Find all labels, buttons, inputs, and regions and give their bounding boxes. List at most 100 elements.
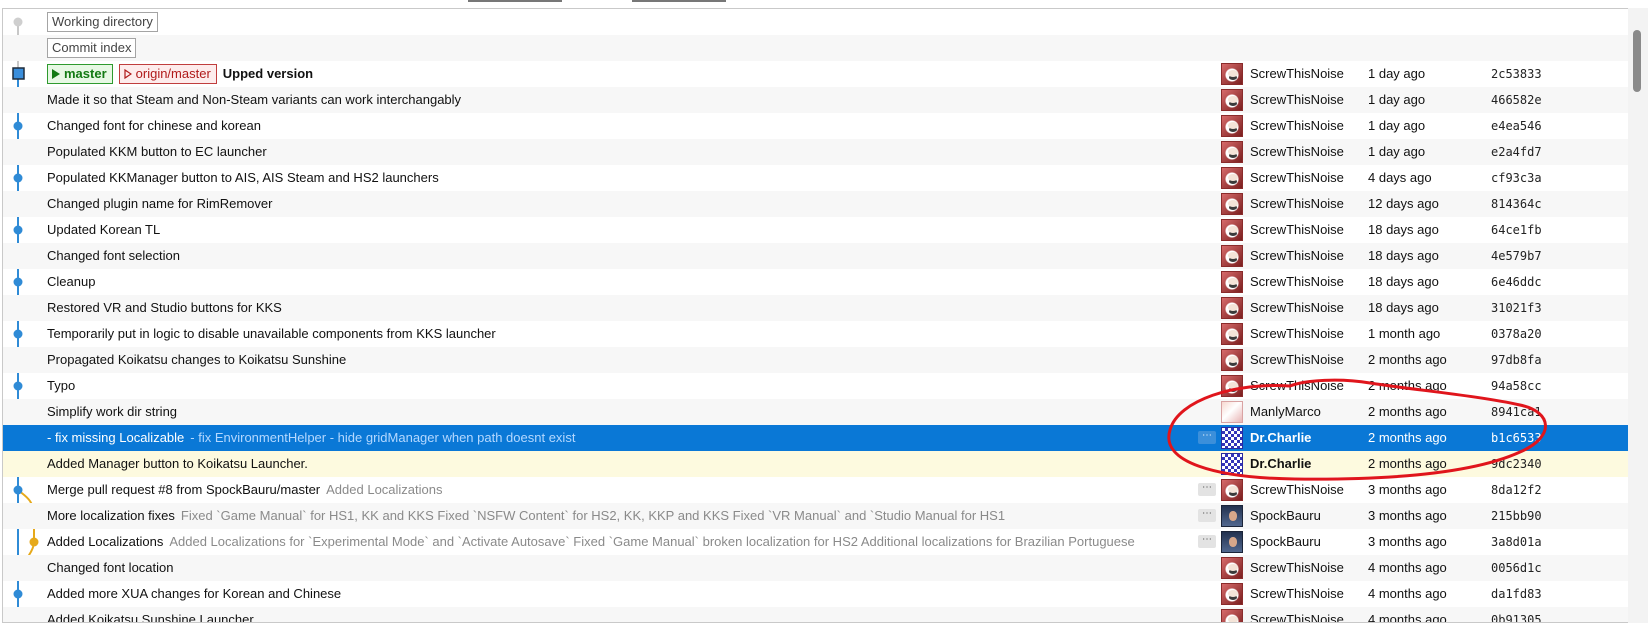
commit-row[interactable]: Changed font selection ScrewThisNoise 18 d… (3, 243, 1628, 269)
commit-message-cell: master origin/master Upped version (47, 61, 313, 87)
commit-author: ScrewThisNoise (1250, 222, 1344, 237)
more-message-button[interactable]: ⋯ (1198, 431, 1216, 444)
more-message-button[interactable]: ⋯ (1198, 483, 1216, 496)
commit-date: 2 months ago (1368, 430, 1447, 445)
commit-row[interactable]: Changed font for chinese and korean Screw… (3, 113, 1628, 139)
screwthisnoise-avatar (1221, 115, 1243, 137)
commit-row[interactable]: Made it so that Steam and Non-Steam vari… (3, 87, 1628, 113)
screwthisnoise-avatar (1221, 271, 1243, 293)
commit-author: ScrewThisNoise (1250, 66, 1344, 81)
commit-date: 18 days ago (1368, 248, 1439, 263)
top-toolbar-strip (0, 0, 1650, 8)
commit-subject: Upped version (222, 66, 314, 81)
commit-row[interactable]: Added Localizations Added Localizations f… (3, 529, 1628, 555)
more-message-button[interactable]: ⋯ (1198, 509, 1216, 522)
toolbar-tab-edge[interactable] (468, 0, 562, 2)
commit-author: Dr.Charlie (1250, 456, 1312, 471)
commit-author: ScrewThisNoise (1250, 144, 1344, 159)
commit-row[interactable]: Restored VR and Studio buttons for KKS Sc… (3, 295, 1628, 321)
commit-row[interactable]: Added Manager button to Koikatsu Launche… (3, 451, 1628, 477)
commit-message-cell: Merge pull request #8 from SpockBauru/ma… (47, 477, 443, 503)
commit-row[interactable]: Typo ScrewThisNoise 2 months ago 94a58cc (3, 373, 1628, 399)
remote-branch-arrow-icon (124, 69, 132, 79)
commit-row[interactable]: More localization fixes Fixed `Game Manua… (3, 503, 1628, 529)
commit-sha: 94a58cc (1491, 379, 1542, 393)
working-directory-row[interactable]: Working directory (3, 9, 1628, 35)
commit-message-cell: Changed font location (47, 555, 173, 581)
commit-date: 2 months ago (1368, 456, 1447, 471)
commit-sha: 0b91305 (1491, 613, 1542, 623)
commit-subject: More localization fixes (47, 508, 175, 523)
spockbauru-avatar (1221, 531, 1243, 553)
screwthisnoise-avatar (1221, 219, 1243, 241)
commit-index-row[interactable]: Commit index (3, 35, 1628, 61)
commit-author: ScrewThisNoise (1250, 300, 1344, 315)
screwthisnoise-avatar (1221, 323, 1243, 345)
scrollbar-thumb[interactable] (1633, 30, 1641, 92)
toolbar-tab-edge[interactable] (632, 0, 726, 2)
commit-sha: 215bb90 (1491, 509, 1542, 523)
commit-author: ScrewThisNoise (1250, 118, 1344, 133)
commit-author: ScrewThisNoise (1250, 482, 1344, 497)
vertical-scrollbar[interactable] (1628, 8, 1648, 623)
commit-message-cell: Made it so that Steam and Non-Steam vari… (47, 87, 461, 113)
commit-body-preview: - fix EnvironmentHelper - hide gridManag… (190, 430, 576, 445)
commit-row[interactable]: Populated KKM button to EC launcher Screw… (3, 139, 1628, 165)
commit-author: SpockBauru (1250, 508, 1321, 523)
screwthisnoise-avatar (1221, 375, 1243, 397)
revision-grid: Working directory Commit index master ori… (2, 8, 1629, 623)
commit-row[interactable]: Updated Korean TL ScrewThisNoise 18 days a… (3, 217, 1628, 243)
commit-author: Dr.Charlie (1250, 430, 1312, 445)
screwthisnoise-avatar (1221, 557, 1243, 579)
commit-author: ScrewThisNoise (1250, 248, 1344, 263)
commit-row[interactable]: Temporarily put in logic to disable unav… (3, 321, 1628, 347)
commit-message-cell: Added Koikatsu Sunshine Launcher (47, 607, 254, 623)
working-directory-label: Working directory (47, 12, 158, 32)
commit-row[interactable]: Added Koikatsu Sunshine Launcher ScrewThi… (3, 607, 1628, 623)
commit-subject: Cleanup (47, 274, 96, 289)
spockbauru-avatar (1221, 505, 1243, 527)
commit-subject: Changed font selection (47, 248, 180, 263)
commit-message-cell: - fix missing Localizable - fix Environme… (47, 425, 575, 451)
commit-author: SpockBauru (1250, 534, 1321, 549)
commit-sha: 2c53833 (1491, 67, 1542, 81)
commit-row[interactable]: Added more XUA changes for Korean and Ch… (3, 581, 1628, 607)
commit-subject: Updated Korean TL (47, 222, 161, 237)
commit-subject: Typo (47, 378, 76, 393)
commit-sha: 466582e (1491, 93, 1542, 107)
commit-row[interactable]: Simplify work dir string ManlyMarco 2 mont… (3, 399, 1628, 425)
screwthisnoise-avatar (1221, 583, 1243, 605)
commit-row[interactable]: Cleanup ScrewThisNoise 18 days ago 6e46ddc (3, 269, 1628, 295)
commit-subject: Added Manager button to Koikatsu Launche… (47, 456, 308, 471)
commit-subject: Temporarily put in logic to disable unav… (47, 326, 496, 341)
commit-message-cell: Populated KKM button to EC launcher (47, 139, 267, 165)
screwthisnoise-avatar (1221, 167, 1243, 189)
commit-sha: 9dc2340 (1491, 457, 1542, 471)
commit-row[interactable]: master origin/master Upped version ScrewThi… (3, 61, 1628, 87)
commit-date: 1 day ago (1368, 92, 1426, 107)
drcharlie-avatar (1221, 427, 1243, 449)
commit-date: 4 months ago (1368, 560, 1447, 575)
commit-date: 18 days ago (1368, 274, 1439, 289)
commit-row[interactable]: - fix missing Localizable - fix Environme… (3, 425, 1628, 451)
commit-date: 3 months ago (1368, 482, 1447, 497)
commit-author: ScrewThisNoise (1250, 352, 1344, 367)
commit-message-cell: Temporarily put in logic to disable unav… (47, 321, 496, 347)
commit-row[interactable]: Propagated Koikatsu changes to Koikatsu … (3, 347, 1628, 373)
commit-message-cell: Propagated Koikatsu changes to Koikatsu … (47, 347, 346, 373)
commit-subject: Added Koikatsu Sunshine Launcher (47, 612, 254, 623)
screwthisnoise-avatar (1221, 297, 1243, 319)
commit-message-cell: Added Manager button to Koikatsu Launche… (47, 451, 308, 477)
branch-badge-master[interactable]: master (47, 64, 113, 84)
commit-date: 18 days ago (1368, 300, 1439, 315)
commit-row[interactable]: Populated KKManager button to AIS, AIS S… (3, 165, 1628, 191)
commit-row[interactable]: Changed font location ScrewThisNoise 4 mon… (3, 555, 1628, 581)
commit-sha: 8da12f2 (1491, 483, 1542, 497)
more-message-button[interactable]: ⋯ (1198, 535, 1216, 548)
commit-subject: Populated KKManager button to AIS, AIS S… (47, 170, 439, 185)
commit-row[interactable]: Changed plugin name for RimRemover ScrewT… (3, 191, 1628, 217)
commit-row[interactable]: Merge pull request #8 from SpockBauru/ma… (3, 477, 1628, 503)
commit-subject: - fix missing Localizable (47, 430, 185, 445)
remote-branch-badge-origin-master[interactable]: origin/master (118, 64, 217, 84)
commit-date: 4 days ago (1368, 170, 1432, 185)
